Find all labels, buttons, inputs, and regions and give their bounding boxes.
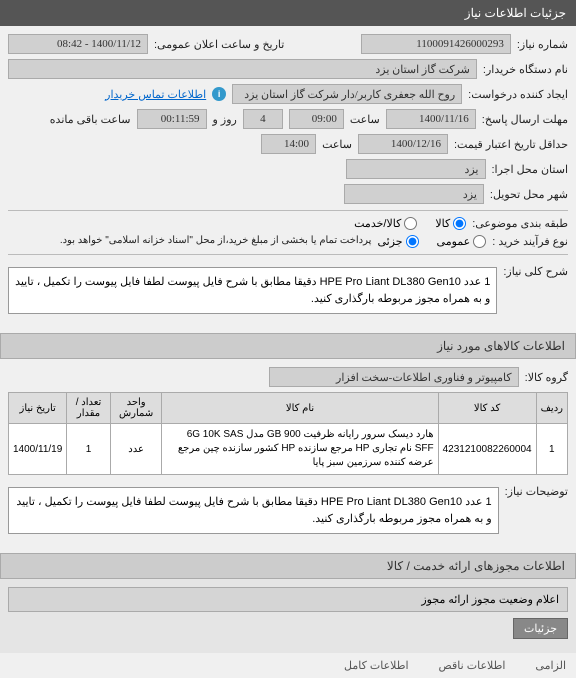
th-code: کد کالا <box>438 393 536 424</box>
cell-row: 1 <box>536 424 567 475</box>
time-label-1: ساعت <box>350 113 380 126</box>
process-radio-1[interactable] <box>473 235 486 248</box>
legend-required: الزامی <box>535 659 566 672</box>
process-opt1[interactable]: عمومی <box>437 235 487 248</box>
deadline-date[interactable] <box>386 109 476 129</box>
deadline-label: مهلت ارسال پاسخ: <box>482 113 568 126</box>
group-input[interactable] <box>269 367 519 387</box>
buyer-input[interactable] <box>8 59 477 79</box>
page-header: جزئیات اطلاعات نیاز <box>0 0 576 26</box>
process-radio-2[interactable] <box>406 235 419 248</box>
desc-label: توضیحات نیاز: <box>505 481 568 498</box>
th-qty: تعداد / مقدار <box>67 393 110 424</box>
desc-box: 1 عدد HPE Pro Liant DL380 Gen10 دقیقا مط… <box>8 487 499 534</box>
validity-time[interactable] <box>261 134 316 154</box>
announce-label: تاریخ و ساعت اعلان عمومی: <box>154 38 284 51</box>
class-radio-1[interactable] <box>453 217 466 230</box>
class-label: طبقه بندی موضوعی: <box>472 217 568 230</box>
announce-input[interactable] <box>8 34 148 54</box>
cell-qty: 1 <box>67 424 110 475</box>
status-section-header: اعلام وضعیت مجوز ارائه مجوز <box>8 587 568 612</box>
class-radio-2[interactable] <box>404 217 417 230</box>
info-icon: i <box>212 87 226 101</box>
group-label: گروه کالا: <box>525 371 568 384</box>
loc-exec-label: استان محل اجرا: <box>492 163 569 176</box>
days-label: روز و <box>213 113 237 126</box>
process-label: نوع فرآیند خرید : <box>492 235 568 248</box>
th-unit: واحد شمارش <box>110 393 162 424</box>
loc-exec-input[interactable] <box>346 159 486 179</box>
remain-input[interactable] <box>137 109 207 129</box>
cell-code: 4231210082260004 <box>438 424 536 475</box>
table-row[interactable]: 1 4231210082260004 هارد دیسک سرور رایانه… <box>9 424 568 475</box>
summary-box: 1 عدد HPE Pro Liant DL380 Gen10 دقیقا مط… <box>8 267 497 314</box>
class-radio-group: کالا کالا/خدمت <box>354 217 466 230</box>
legend: الزامی اطلاعات ناقص اطلاعات کامل <box>0 653 576 678</box>
legend-incomplete: اطلاعات ناقص <box>439 659 506 672</box>
deadline-time[interactable] <box>289 109 344 129</box>
validity-label: حداقل تاریخ اعتبار قیمت: <box>454 138 568 151</box>
buyer-label: نام دستگاه خریدار: <box>483 63 568 76</box>
th-row: ردیف <box>536 393 567 424</box>
items-section-header: اطلاعات کالاهای مورد نیاز <box>0 333 576 359</box>
loc-deliver-label: شهر محل تحویل: <box>490 188 568 201</box>
need-no-label: شماره نیاز: <box>517 38 568 51</box>
table-header-row: ردیف کد کالا نام کالا واحد شمارش تعداد /… <box>9 393 568 424</box>
need-no-input[interactable] <box>361 34 511 54</box>
contact-link[interactable]: اطلاعات تماس خریدار <box>105 88 206 101</box>
details-button[interactable]: جزئیات <box>513 618 568 639</box>
class-opt1[interactable]: کالا <box>435 217 466 230</box>
process-note: پرداخت تمام یا بخشی از مبلغ خرید،از محل … <box>60 235 372 246</box>
cell-unit: عدد <box>110 424 162 475</box>
days-input[interactable] <box>243 109 283 129</box>
creator-input[interactable] <box>232 84 462 104</box>
summary-label: شرح کلی نیاز: <box>503 261 568 278</box>
process-radio-group: عمومی جزئی <box>377 235 486 248</box>
th-date: تاریخ نیاز <box>9 393 67 424</box>
cell-date: 1400/11/19 <box>9 424 67 475</box>
page-title: جزئیات اطلاعات نیاز <box>465 6 566 20</box>
loc-deliver-input[interactable] <box>344 184 484 204</box>
remain-label: ساعت باقی مانده <box>50 113 131 126</box>
items-table: ردیف کد کالا نام کالا واحد شمارش تعداد /… <box>8 392 568 475</box>
time-label-2: ساعت <box>322 138 352 151</box>
th-name: نام کالا <box>162 393 438 424</box>
creator-label: ایجاد کننده درخواست: <box>468 88 568 101</box>
validity-date[interactable] <box>358 134 448 154</box>
process-opt2[interactable]: جزئی <box>377 235 418 248</box>
class-opt2[interactable]: کالا/خدمت <box>354 217 417 230</box>
cell-name: هارد دیسک سرور رایانه ظرفیت GB 900 مدل 6… <box>162 424 438 475</box>
legend-complete: اطلاعات کامل <box>344 659 409 672</box>
